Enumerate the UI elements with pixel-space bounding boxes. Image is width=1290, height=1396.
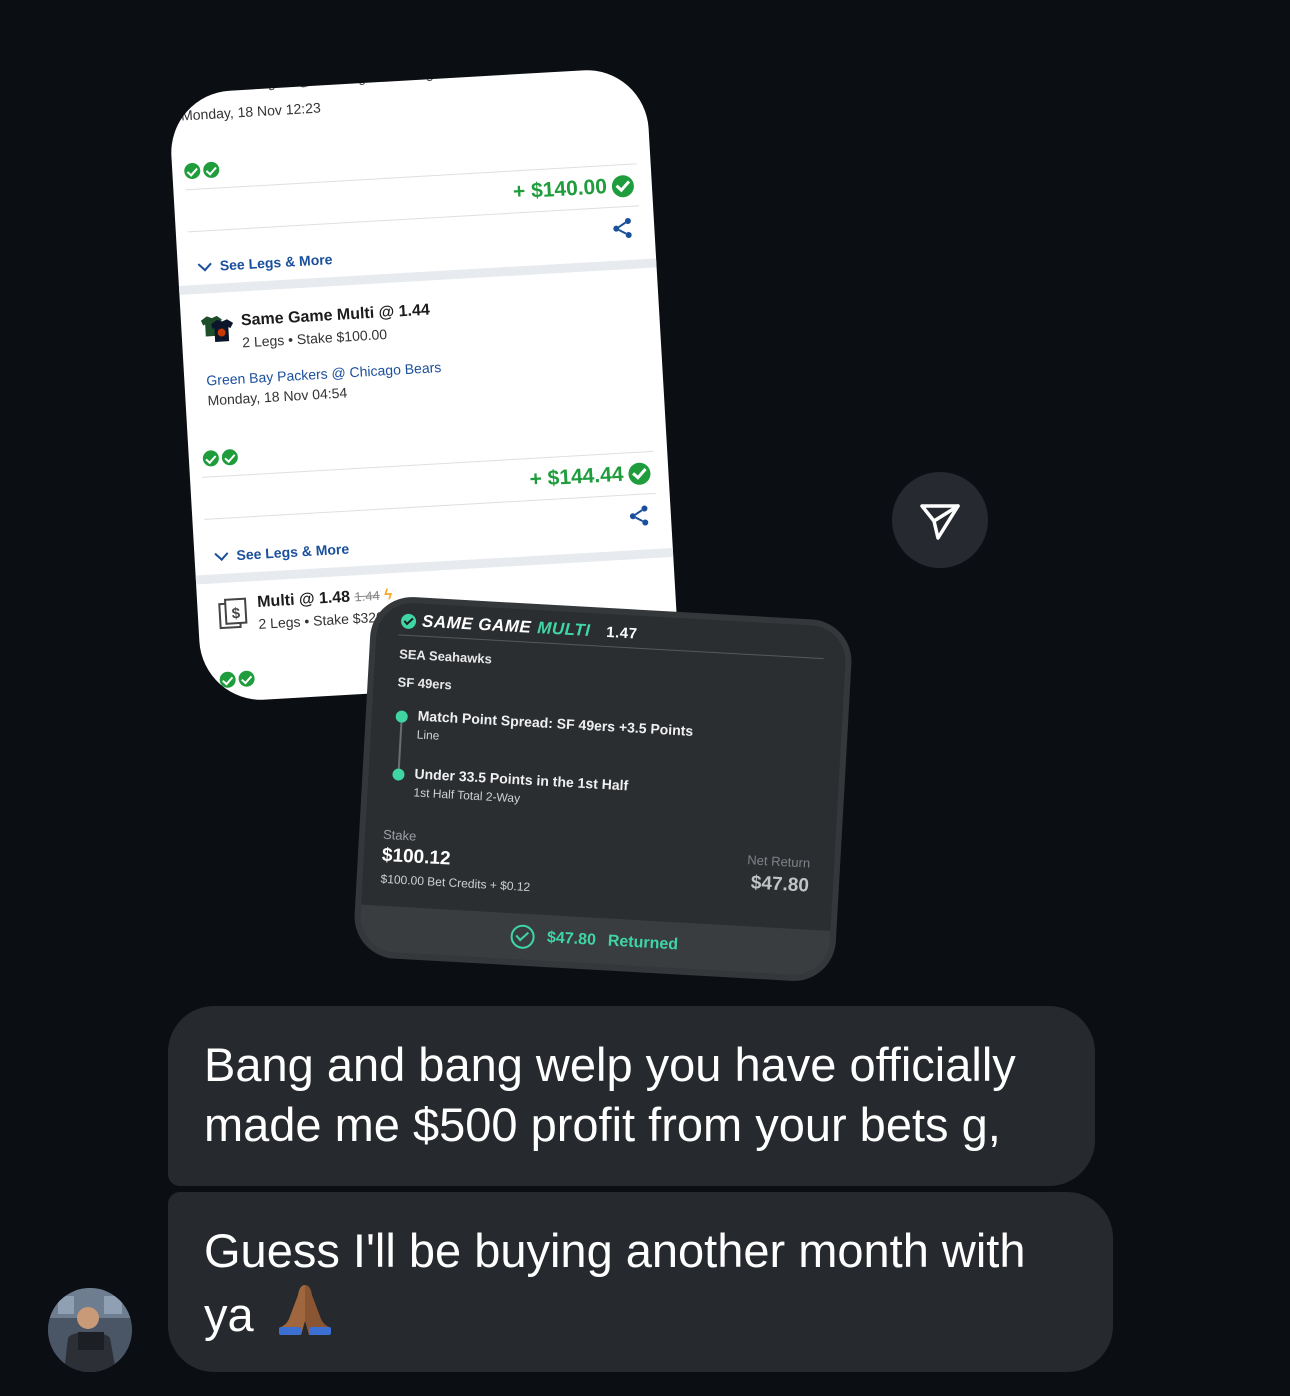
net-return-value: $47.80: [750, 872, 810, 897]
check-icon: [238, 670, 256, 688]
check-icon: [221, 448, 239, 466]
share-button[interactable]: [892, 472, 988, 568]
avatar-photo: [48, 1288, 132, 1372]
chevron-down-icon: [197, 256, 212, 271]
svg-text:$: $: [231, 605, 241, 622]
returned-amount: $47.80: [546, 929, 597, 949]
divider: [204, 492, 656, 520]
bet-date: Monday, 18 Nov 04:54: [207, 384, 348, 409]
bet-title: Multi @ 1.48 1.44 ϟ: [256, 586, 393, 611]
check-icon: [400, 612, 417, 629]
share-icon[interactable]: [610, 216, 635, 241]
returned-label: Returned: [607, 932, 679, 954]
message-bubble[interactable]: Guess I'll be buying another month with …: [168, 1192, 1113, 1372]
multi-bet-icon: $: [218, 597, 248, 630]
match-link[interactable]: Green Bay Packers @ Chicago Bears: [206, 359, 442, 389]
see-legs-link[interactable]: See Legs & More: [197, 251, 333, 275]
avatar[interactable]: [48, 1288, 132, 1372]
leg-title: Match Point Spread: SF 49ers +3.5 Points: [417, 707, 694, 739]
bet-subtitle: 2 Legs • Stake $100.00: [241, 326, 388, 351]
leg-check-icon: [395, 710, 409, 723]
returned-banner: $47.80 Returned: [358, 904, 831, 977]
divider: [187, 205, 640, 233]
profit-amount: + $140.00: [512, 174, 635, 205]
profit-amount: + $144.44: [529, 461, 652, 492]
team-name: SEA Seahawks: [398, 646, 493, 667]
see-legs-link[interactable]: See Legs & More: [214, 541, 350, 565]
leg-checks: [202, 448, 239, 467]
bet-date: Monday, 18 Nov 12:23: [180, 99, 322, 124]
bet-title: Same Game Multi @ 1.44: [240, 301, 431, 330]
win-check-icon: [611, 174, 635, 198]
stake-breakdown: $100.00 Bet Credits + $0.12: [380, 871, 531, 895]
message-text: Bang and bang welp you have officially m…: [204, 1038, 1016, 1151]
check-icon: [202, 449, 220, 467]
jersey-icon: [200, 315, 234, 342]
odds: 1.47: [605, 623, 638, 643]
stake-value: $100.12: [381, 844, 452, 870]
leg-checks: [219, 670, 256, 689]
leg-checks: [183, 161, 220, 180]
bet-type-header: SAME GAME MULTI 1.47: [400, 610, 638, 643]
send-icon: [920, 504, 960, 540]
net-return-label: Net Return: [746, 852, 811, 871]
share-icon[interactable]: [626, 503, 651, 528]
check-icon: [183, 162, 201, 180]
bet-slip-screenshot[interactable]: SAME GAME MULTI 1.47 SEA Seahawks SF 49e…: [352, 594, 854, 984]
leg-check-icon: [392, 768, 405, 781]
leg-subtitle: Line: [416, 727, 440, 743]
check-icon: [219, 671, 237, 689]
team-name: SF 49ers: [397, 674, 453, 693]
check-icon: [202, 161, 220, 179]
match-title-cut: Cincinnati Bengals @ Los Angeles Charger…: [177, 66, 454, 96]
win-check-icon: [627, 462, 652, 486]
old-odds: 1.44: [354, 587, 381, 605]
folded-hands-emoji-icon: [278, 1285, 331, 1335]
check-circle-icon: [510, 924, 536, 950]
leg-subtitle: 1st Half Total 2-Way: [413, 785, 521, 806]
stake-label: Stake: [382, 826, 417, 844]
chevron-down-icon: [214, 546, 229, 561]
message-bubble[interactable]: Bang and bang welp you have officially m…: [168, 1006, 1095, 1186]
